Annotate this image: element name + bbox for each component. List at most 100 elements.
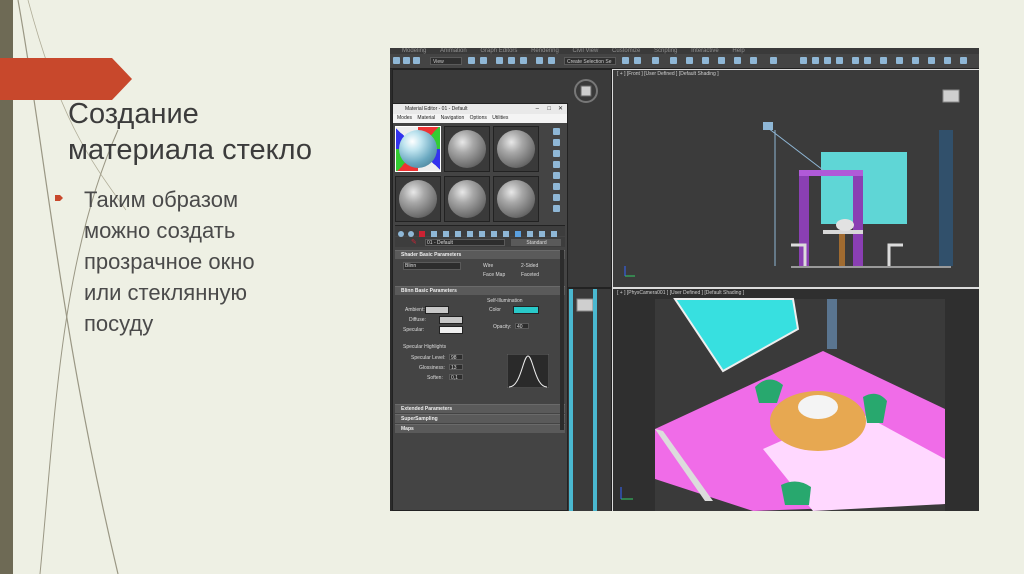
maps-rollout[interactable]: Maps xyxy=(395,424,565,433)
menu-navigation[interactable]: Navigation xyxy=(441,115,465,121)
self-illum-color-swatch[interactable] xyxy=(513,306,539,314)
video-color-icon[interactable] xyxy=(553,172,560,179)
menu-material[interactable]: Material xyxy=(417,115,435,121)
select-icon[interactable] xyxy=(468,57,475,64)
utilities-icon[interactable] xyxy=(864,57,871,64)
uv-tiling-icon[interactable] xyxy=(553,161,560,168)
scale-icon[interactable] xyxy=(520,57,527,64)
title-ribbon xyxy=(0,58,132,100)
material-horizontal-toolbar xyxy=(395,225,565,237)
menu-options[interactable]: Options xyxy=(470,115,487,121)
diffuse-color-swatch[interactable] xyxy=(439,316,463,324)
select-region-icon[interactable] xyxy=(480,57,487,64)
link-icon[interactable] xyxy=(413,57,420,64)
wire-checkbox[interactable]: Wire xyxy=(483,263,493,269)
ambient-color-swatch[interactable] xyxy=(425,306,449,314)
align-icon[interactable] xyxy=(634,57,641,64)
redo-icon[interactable] xyxy=(403,57,410,64)
make-preview-icon[interactable] xyxy=(553,183,560,190)
blinn-rollout-title: Blinn Basic Parameters xyxy=(401,288,457,294)
undo-icon[interactable] xyxy=(393,57,400,64)
app-screenshot: Modeling Animation Graph Editors Renderi… xyxy=(390,48,979,511)
view-dropdown[interactable]: View xyxy=(430,57,462,65)
material-editor-scrollbar[interactable] xyxy=(560,250,564,430)
material-slot[interactable] xyxy=(395,176,441,222)
camera-scene xyxy=(620,298,945,511)
viewport-front[interactable]: [ + ] [Front ] [User Defined ] [Default … xyxy=(612,69,979,288)
modify-icon[interactable] xyxy=(812,57,819,64)
blinn-basic-parameters-rollout[interactable]: Blinn Basic Parameters xyxy=(395,286,565,295)
material-editor-title: Material Editor - 01 - Default xyxy=(405,106,468,112)
mirror-icon[interactable] xyxy=(622,57,629,64)
sample-type-icon[interactable] xyxy=(553,128,560,135)
motion-icon[interactable] xyxy=(836,57,843,64)
viewcube-icon[interactable] xyxy=(573,78,599,104)
specular-label: Specular: xyxy=(403,327,425,333)
select-by-material-icon[interactable] xyxy=(553,205,560,212)
specular-level-label: Specular Level: xyxy=(411,355,446,361)
material-editor-titlebar[interactable]: Material Editor - 01 - Default ✕ □ – xyxy=(393,104,567,114)
material-editor-menubar: Modes Material Navigation Options Utilit… xyxy=(393,114,567,123)
tool-icon[interactable] xyxy=(896,57,903,64)
material-editor-window[interactable]: Material Editor - 01 - Default ✕ □ – Mod… xyxy=(392,103,568,511)
shader-basic-parameters-rollout[interactable]: Shader Basic Parameters xyxy=(395,250,565,259)
two-sided-checkbox[interactable]: 2-Sided xyxy=(521,263,538,269)
move-icon[interactable] xyxy=(496,57,503,64)
shader-type-dropdown[interactable]: Blinn xyxy=(403,262,461,270)
face-map-checkbox[interactable]: Face Map xyxy=(483,272,505,278)
render-icon[interactable] xyxy=(734,57,741,64)
workspace-icon[interactable] xyxy=(880,57,887,64)
glossiness-label: Glossiness: xyxy=(419,365,445,371)
menu-modes[interactable]: Modes xyxy=(397,115,412,121)
hierarchy-icon[interactable] xyxy=(824,57,831,64)
material-slot[interactable] xyxy=(444,176,490,222)
soften-field[interactable]: 0,1 xyxy=(449,374,463,381)
layer-icon[interactable] xyxy=(652,57,659,64)
tool5-icon[interactable] xyxy=(960,57,967,64)
background-icon[interactable] xyxy=(553,150,560,157)
self-illumination-label: Self-Illumination xyxy=(487,298,523,304)
material-slot[interactable] xyxy=(493,126,539,172)
glossiness-field[interactable]: 13 xyxy=(449,364,463,371)
specular-color-swatch[interactable] xyxy=(439,326,463,334)
maximize-icon[interactable]: □ xyxy=(547,104,551,114)
tool4-icon[interactable] xyxy=(944,57,951,64)
opacity-field[interactable]: 40 xyxy=(515,323,529,330)
render-frame-icon[interactable] xyxy=(750,57,757,64)
material-slot[interactable] xyxy=(493,176,539,222)
material-editor-icon[interactable] xyxy=(702,57,709,64)
backlight-icon[interactable] xyxy=(553,139,560,146)
options-icon[interactable] xyxy=(553,194,560,201)
soften-label: Soften: xyxy=(427,375,443,381)
material-name-field[interactable]: 01 - Default xyxy=(425,239,505,246)
shader-rollout-title: Shader Basic Parameters xyxy=(401,252,462,258)
material-slot-selected[interactable] xyxy=(395,126,441,172)
ambient-label: Ambient: xyxy=(405,307,425,313)
render-setup-icon[interactable] xyxy=(718,57,725,64)
display-icon[interactable] xyxy=(852,57,859,64)
create-icon[interactable] xyxy=(800,57,807,64)
curve-editor-icon[interactable] xyxy=(670,57,677,64)
bullet-arrow-icon xyxy=(55,195,63,201)
material-type-button[interactable]: Standard xyxy=(511,239,561,246)
angle-snap-icon[interactable] xyxy=(548,57,555,64)
minimize-icon[interactable]: – xyxy=(536,104,539,114)
schematic-icon[interactable] xyxy=(686,57,693,64)
specular-level-field[interactable]: 98 xyxy=(449,354,463,361)
viewport-camera[interactable]: [ + ] [PhysCamera001 ] [User Defined ] [… xyxy=(612,288,979,511)
menu-utilities[interactable]: Utilities xyxy=(492,115,508,121)
material-slot[interactable] xyxy=(444,126,490,172)
tool3-icon[interactable] xyxy=(928,57,935,64)
selection-set-dropdown[interactable]: Create Selection Se xyxy=(564,57,616,65)
bullet-text: Таким образом можно создать прозрачное о… xyxy=(84,187,255,336)
close-icon[interactable]: ✕ xyxy=(558,104,563,114)
rotate-icon[interactable] xyxy=(508,57,515,64)
supersampling-rollout[interactable]: SuperSampling xyxy=(395,414,565,423)
faceted-checkbox[interactable]: Faceted xyxy=(521,272,539,278)
snap-icon[interactable] xyxy=(536,57,543,64)
eyedropper-icon[interactable]: ✎ xyxy=(411,238,417,246)
tool2-icon[interactable] xyxy=(912,57,919,64)
self-illum-color-checkbox[interactable]: Color xyxy=(489,307,501,313)
sal-icon[interactable] xyxy=(770,57,777,64)
extended-parameters-rollout[interactable]: Extended Parameters xyxy=(395,404,565,413)
